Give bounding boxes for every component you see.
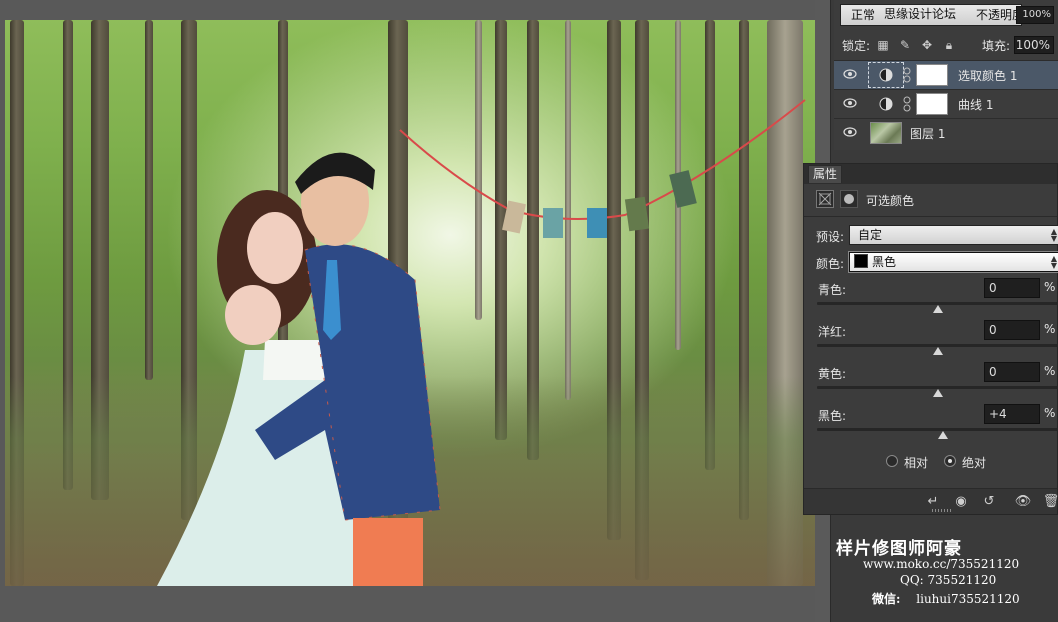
blend-row: 正常 思缘设计论坛 不透明度: 100% [834,4,1058,26]
watermark-qq: QQ: 735521120 [900,573,997,587]
blend-mode-value: 正常 [851,8,876,22]
slider-thumb[interactable] [933,347,943,355]
watermark-url: www.moko.cc/735521120 [863,557,1020,571]
document-photo[interactable] [5,20,815,586]
canvas-area[interactable] [0,0,830,622]
selective-color-icon[interactable] [816,190,834,208]
slider-label: 洋红: [818,325,847,339]
layer-mask-thumbnail[interactable] [916,64,948,86]
eye-icon[interactable] [843,69,857,79]
percent-unit: % [1044,322,1056,336]
slider-value-input[interactable]: 0 [984,362,1040,382]
slider-thumb[interactable] [937,431,948,439]
visibility-eye-icon[interactable]: 👁︎ [1014,493,1032,511]
color-label: 颜色: [816,257,845,271]
reset-icon[interactable]: ↺ [980,493,998,511]
lock-all-icon[interactable]: 🔒︎ [942,38,956,52]
layers-panel: 正常 思缘设计论坛 不透明度: 100% 锁定: ▦ ✎ ✥ 🔒︎ 填充: 10… [834,0,1058,150]
lock-pixels-icon[interactable]: ✎ [898,38,912,52]
mask-icon[interactable] [840,190,858,208]
relative-radio[interactable] [886,455,898,467]
lock-position-icon[interactable]: ✥ [920,38,934,52]
watermark-wechat-label: 微信: [872,592,901,606]
layer-mask-thumbnail[interactable] [916,93,948,115]
watermark-wechat-value: liuhui735521120 [916,592,1020,606]
color-select[interactable]: 黑色 ▲ ▼ [848,251,1058,273]
slider-value-input[interactable]: 0 [984,278,1040,298]
trash-icon[interactable]: 🗑︎ [1042,493,1058,511]
view-previous-icon[interactable]: ◉ [952,493,970,511]
tab-properties[interactable]: 属性 [808,165,842,183]
preset-select[interactable]: 自定 ▲ ▼ [849,225,1058,245]
absolute-radio[interactable] [944,455,956,467]
updown-arrow-icon: ▲ ▼ [1050,254,1057,270]
eye-icon[interactable] [843,127,857,137]
properties-title: 可选颜色 [866,194,915,208]
slider-value-input[interactable]: 0 [984,320,1040,340]
relative-label: 相对 [904,456,929,470]
divider [804,216,1057,217]
couple-figure [157,152,441,586]
layer-name: 选取颜色 1 [958,69,1018,83]
watermark-wechat: 微信: liuhui735521120 [872,590,1020,607]
layer-row-selective-color[interactable]: 选取颜色 1 [834,60,1058,89]
preset-value: 自定 [858,228,883,242]
slider-label: 黑色: [818,409,847,423]
percent-unit: % [1044,364,1056,378]
forum-watermark-text: 思缘设计论坛 [884,7,957,21]
watermark-title: 样片修图师阿豪 [836,539,962,559]
percent-unit: % [1044,406,1056,420]
properties-footer: ↵ ◉ ↺ 👁︎ 🗑︎ [804,488,1058,514]
slider-label: 黄色: [818,367,847,381]
properties-panel: 属性 可选颜色 预设: 自定 ▲ ▼ 颜色: 黑色 ▲ ▼ 相对 绝对 ↵ ◉ ↺ … [803,163,1058,515]
absolute-label: 绝对 [962,456,987,470]
resize-grip[interactable] [932,509,952,512]
color-value: 黑色 [872,255,897,269]
slider-thumb[interactable] [933,389,943,397]
lock-row: 锁定: ▦ ✎ ✥ 🔒︎ 填充: 100% [834,34,1058,56]
eye-icon[interactable] [843,98,857,108]
layer-name: 图层 1 [910,127,946,141]
opacity-input[interactable]: 100% [1016,6,1054,24]
updown-arrow-icon: ▲ ▼ [1050,227,1057,243]
layer-image-thumbnail[interactable] [870,122,902,144]
percent-unit: % [1044,280,1056,294]
slider-thumb[interactable] [933,305,943,313]
slider-value-input[interactable]: +4 [984,404,1040,424]
layer-row-curves[interactable]: 曲线 1 [834,89,1058,118]
color-swatch [854,254,868,268]
adjustment-layer-icon[interactable] [878,96,894,112]
lock-transparent-icon[interactable]: ▦ [876,38,890,52]
chain-link-icon[interactable] [903,96,911,112]
preset-label: 预设: [816,230,845,244]
chain-link-icon[interactable] [903,67,911,83]
fill-label: 填充: [982,39,1011,53]
layer-name: 曲线 1 [958,98,994,112]
fill-input[interactable]: 100% [1014,36,1054,54]
lock-label: 锁定: [842,39,871,53]
adjustment-layer-icon[interactable] [878,67,894,83]
slider-label: 青色: [818,283,847,297]
layer-row-image[interactable]: 图层 1 [834,118,1058,147]
